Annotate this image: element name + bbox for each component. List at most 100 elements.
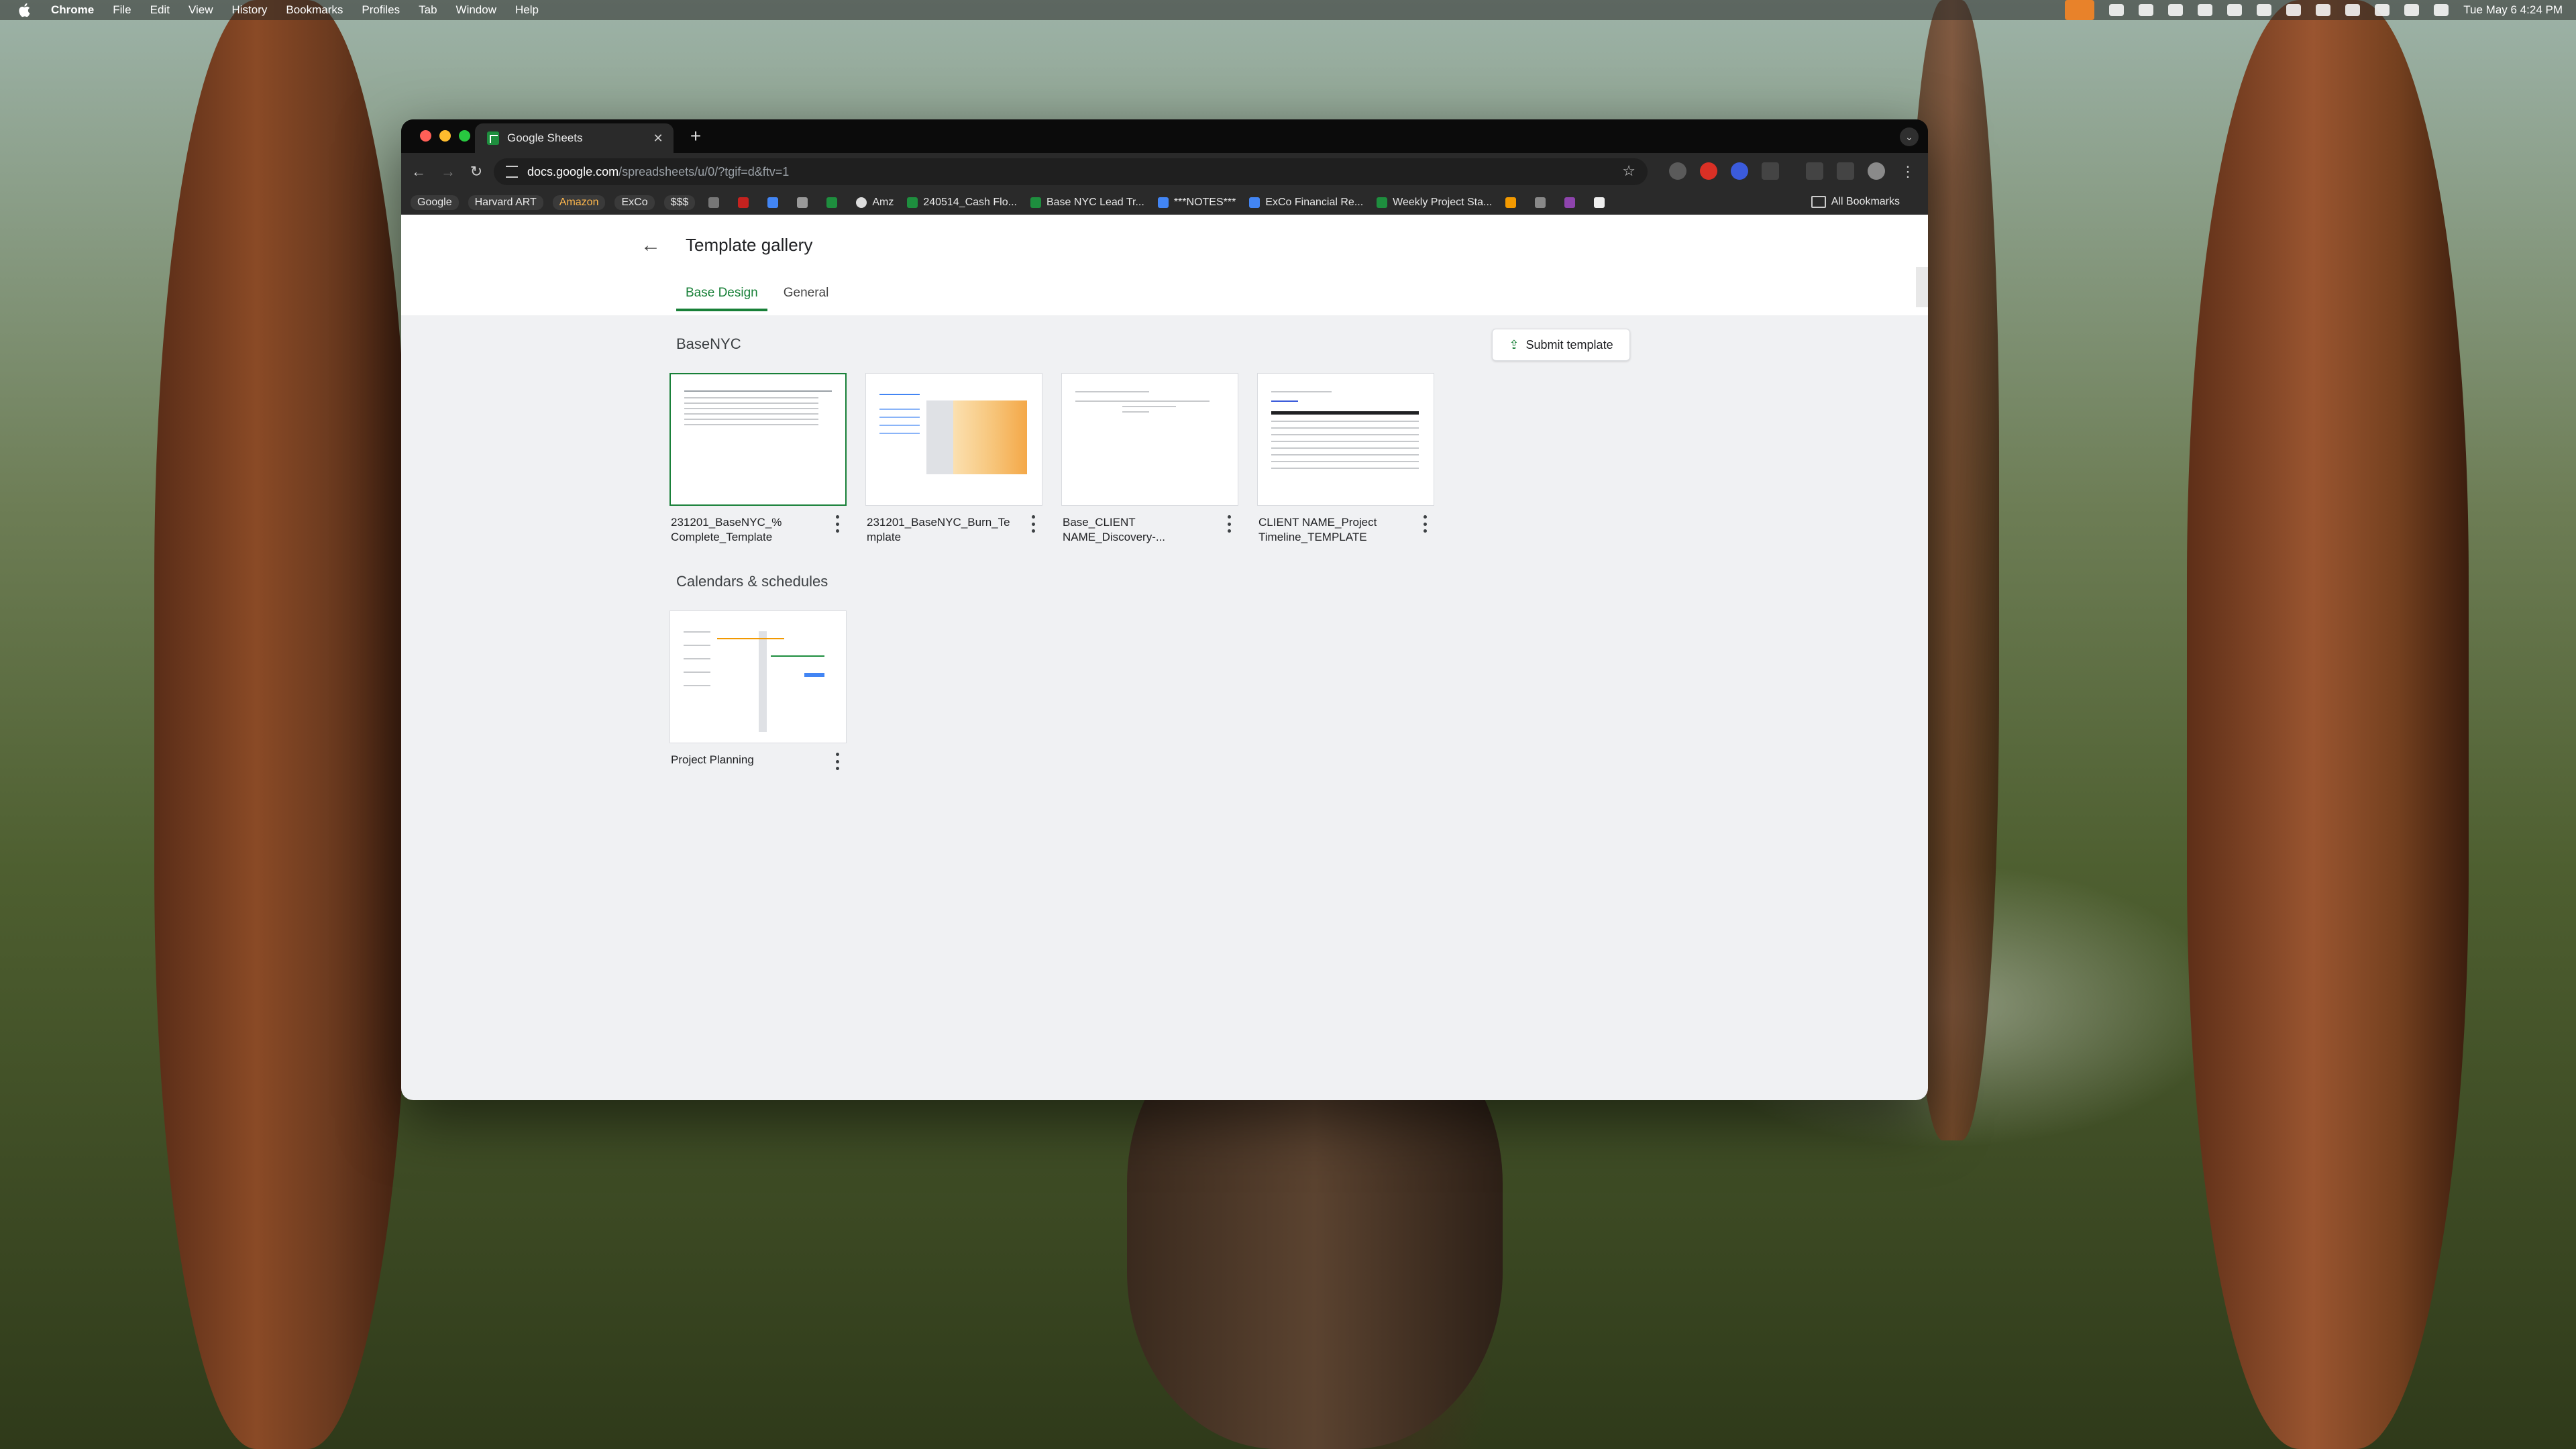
tab-title: Google Sheets	[507, 131, 583, 144]
bookmark-chart-icon[interactable]	[767, 197, 784, 208]
template-thumbnail[interactable]	[669, 610, 847, 743]
extensions-puzzle-icon[interactable]	[1762, 162, 1779, 180]
apple-icon[interactable]	[16, 1, 34, 19]
menu-edit[interactable]: Edit	[150, 3, 170, 17]
close-window-button[interactable]	[420, 130, 431, 142]
template-card[interactable]: Base_CLIENT NAME_Discovery-...	[1061, 373, 1238, 543]
extension-icon[interactable]	[1700, 162, 1717, 180]
bookmark-purple-icon[interactable]	[1564, 197, 1580, 208]
profile-avatar-icon[interactable]	[1868, 162, 1885, 180]
bookmark-orange-icon[interactable]	[1505, 197, 1521, 208]
address-bar[interactable]: docs.google.com/spreadsheets/u/0/?tgif=d…	[494, 158, 1648, 185]
zoom-window-button[interactable]	[459, 130, 470, 142]
template-thumbnail[interactable]	[1061, 373, 1238, 506]
more-options-icon[interactable]	[833, 515, 841, 533]
extension-icon[interactable]	[1669, 162, 1686, 180]
bookmark-b-icon[interactable]	[1594, 197, 1610, 208]
sheets-icon	[907, 197, 918, 208]
template-thumbnail[interactable]	[1257, 373, 1434, 506]
status-icon[interactable]	[2257, 4, 2272, 16]
sheets-favicon-icon	[487, 131, 499, 145]
bookmark-item[interactable]: Google	[411, 195, 459, 210]
docs-icon	[1157, 197, 1169, 208]
control-center-icon[interactable]	[2434, 4, 2449, 16]
close-tab-icon[interactable]: ✕	[651, 131, 665, 146]
folder-icon	[1811, 196, 1826, 208]
menu-file[interactable]: File	[113, 3, 131, 17]
template-name: CLIENT NAME_Project Timeline_TEMPLATE	[1258, 516, 1377, 543]
tab-general[interactable]: General	[774, 280, 839, 311]
more-options-icon[interactable]	[833, 753, 841, 770]
thumb-gray-column	[926, 400, 953, 474]
bluetooth-icon[interactable]	[2316, 4, 2331, 16]
status-icon[interactable]	[2286, 4, 2302, 16]
template-card[interactable]: 231201_BaseNYC_Burn_Te mplate	[865, 373, 1042, 543]
bookmark-item[interactable]: Amazon	[552, 195, 606, 210]
bookmarks-bar: Google Harvard ART Amazon ExCo $$$ Amz 2…	[401, 191, 1928, 215]
bookmark-exco-financial[interactable]: ExCo Financial Re...	[1249, 197, 1363, 209]
menubar-clock[interactable]: Tue May 6 4:24 PM	[2463, 3, 2563, 17]
template-thumbnail[interactable]	[865, 373, 1042, 506]
more-options-icon[interactable]	[1225, 515, 1233, 533]
tab-base-design[interactable]: Base Design	[676, 280, 767, 311]
scrollbar[interactable]	[1916, 267, 1928, 307]
status-icon[interactable]	[2168, 4, 2184, 16]
battery-icon[interactable]	[2345, 4, 2361, 16]
menu-window[interactable]: Window	[456, 3, 496, 17]
bookmark-sheets-icon[interactable]	[826, 197, 843, 208]
bookmark-amz[interactable]: Amz	[856, 197, 894, 209]
template-card[interactable]: CLIENT NAME_Project Timeline_TEMPLATE	[1257, 373, 1434, 543]
bookmark-item[interactable]: Harvard ART	[468, 195, 543, 210]
status-icon[interactable]	[2139, 4, 2154, 16]
menu-view[interactable]: View	[189, 3, 213, 17]
submit-template-button[interactable]: ⇪ Submit template	[1492, 329, 1630, 361]
new-tab-button[interactable]: +	[686, 125, 706, 148]
site-info-icon[interactable]	[506, 166, 518, 178]
more-options-icon[interactable]	[1029, 515, 1037, 533]
bookmark-item[interactable]: ExCo	[614, 195, 655, 210]
bookmark-label: ExCo Financial Re...	[1265, 197, 1364, 208]
status-icon[interactable]	[2227, 4, 2243, 16]
extension-icon[interactable]	[1731, 162, 1748, 180]
bookmark-star-icon[interactable]: ☆	[1622, 162, 1635, 180]
template-card[interactable]: Project Planning	[669, 610, 847, 770]
bookmark-lead-tracker[interactable]: Base NYC Lead Tr...	[1030, 197, 1144, 209]
url-host: docs.google.com	[527, 164, 619, 178]
bookmark-item[interactable]: $$$	[663, 195, 696, 210]
menu-help[interactable]: Help	[515, 3, 539, 17]
template-card[interactable]: 231201_BaseNYC_% Complete_Template	[669, 373, 847, 543]
template-gallery-page: ← Template gallery Base Design General B…	[401, 215, 1928, 1100]
spotlight-icon[interactable]	[2404, 4, 2420, 16]
bookmark-lines-icon[interactable]	[1535, 197, 1551, 208]
menu-app-name[interactable]: Chrome	[51, 3, 94, 17]
bookmark-apple-icon[interactable]	[797, 197, 813, 208]
all-bookmarks-button[interactable]: All Bookmarks	[1811, 196, 1900, 208]
menu-tab[interactable]: Tab	[419, 3, 437, 17]
menubar-status-area: Tue May 6 4:24 PM	[2065, 0, 2563, 20]
menu-profiles[interactable]: Profiles	[362, 3, 400, 17]
bookmark-notes[interactable]: ***NOTES***	[1157, 197, 1236, 209]
bookmark-weekly-project[interactable]: Weekly Project Sta...	[1377, 197, 1492, 209]
search-status-icon[interactable]	[2109, 4, 2125, 16]
sheets-icon	[1377, 197, 1388, 208]
tab-search-icon[interactable]: ⌄	[1900, 127, 1919, 146]
chrome-menu-icon[interactable]: ⋮	[1897, 161, 1919, 182]
minimize-window-button[interactable]	[439, 130, 451, 142]
reload-icon[interactable]: ↻	[466, 161, 487, 182]
bookmark-cash-flow[interactable]: 240514_Cash Flo...	[907, 197, 1017, 209]
template-thumbnail[interactable]	[669, 373, 847, 506]
wifi-icon[interactable]	[2375, 4, 2390, 16]
menu-bookmarks[interactable]: Bookmarks	[286, 3, 343, 17]
back-arrow-icon[interactable]: ←	[408, 161, 429, 182]
media-control-icon[interactable]	[1837, 162, 1854, 180]
menu-history[interactable]: History	[231, 3, 267, 17]
browser-tab-google-sheets[interactable]: Google Sheets ✕	[475, 123, 674, 153]
microphone-indicator-icon[interactable]	[2065, 0, 2095, 20]
more-options-icon[interactable]	[1421, 515, 1429, 533]
bookmark-mail-icon[interactable]	[738, 197, 754, 208]
forward-arrow-icon[interactable]: →	[437, 161, 459, 182]
bookmark-grid-icon[interactable]	[708, 197, 724, 208]
download-icon[interactable]	[1806, 162, 1823, 180]
status-icon[interactable]	[2198, 4, 2213, 16]
back-arrow-icon[interactable]: ←	[637, 232, 664, 259]
